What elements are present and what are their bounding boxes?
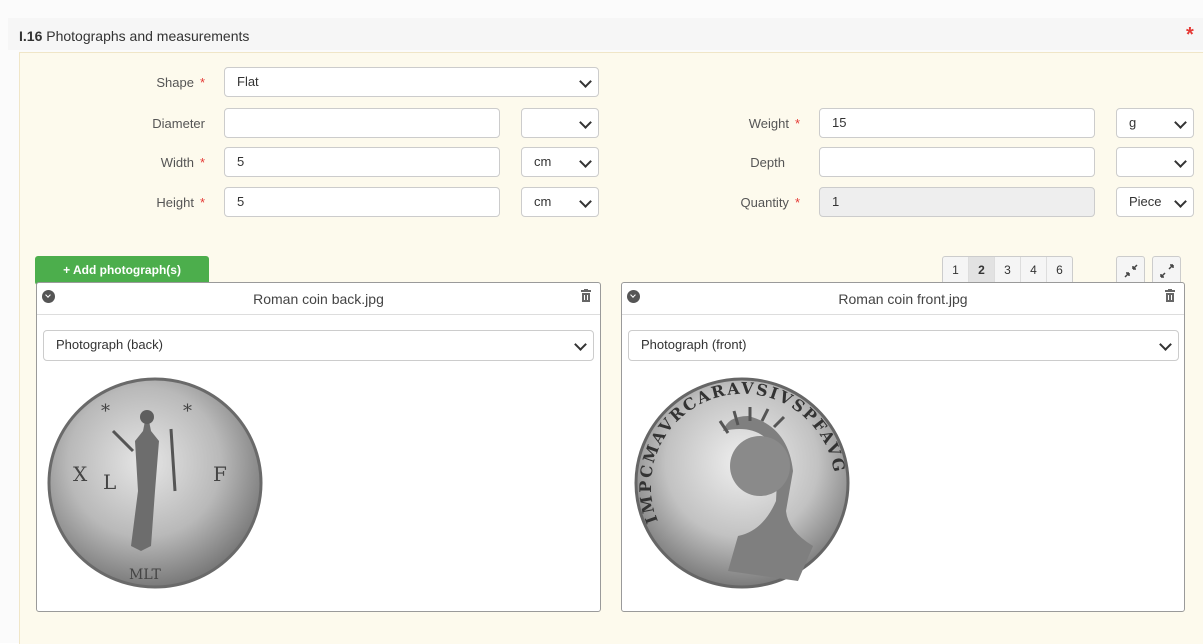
chevron-down-icon (1174, 155, 1187, 168)
add-photograph-button[interactable]: + Add photograph(s) (35, 256, 209, 285)
diameter-input[interactable] (224, 108, 500, 138)
diameter-label: Diameter (152, 116, 205, 131)
quantity-input: 1 (819, 187, 1095, 217)
chevron-down-icon (1174, 195, 1187, 208)
quantity-unit-select[interactable]: Piece (1116, 187, 1194, 217)
section-title: I.16 Photographs and measurements (19, 28, 249, 44)
photo-card-back: Roman coin back.jpg Photograph (back) * … (36, 282, 601, 612)
section-number: I.16 (19, 28, 43, 44)
depth-input[interactable] (819, 147, 1095, 177)
expand-icon (1160, 264, 1174, 278)
chevron-down-icon (1174, 116, 1187, 129)
section-required-mark: * (1186, 24, 1194, 46)
photo-filename: Roman coin back.jpg (253, 291, 384, 307)
chevron-down-icon (579, 155, 592, 168)
trash-icon[interactable] (580, 289, 592, 303)
chevron-down-icon (579, 116, 592, 129)
page-button[interactable]: 3 (995, 257, 1021, 284)
chevron-down-icon (579, 195, 592, 208)
coin-back-star: * (101, 401, 110, 422)
coin-back-star: * (183, 401, 192, 422)
height-unit-select[interactable]: cm (521, 187, 599, 217)
diameter-unit-select[interactable] (521, 108, 599, 138)
photo-filename: Roman coin front.jpg (838, 291, 968, 307)
coin-back-letter: F (213, 462, 227, 486)
coin-front-image: IMPCMAVRCARAVSIVSPFAVG (628, 371, 856, 589)
chevron-down-icon (574, 338, 587, 351)
depth-unit-select[interactable] (1116, 147, 1194, 177)
coin-back-letter: L (103, 470, 116, 494)
trash-icon[interactable] (1164, 289, 1176, 303)
page-button[interactable]: 1 (943, 257, 969, 284)
coin-back-letter: X (73, 462, 88, 486)
weight-label: Weight * (748, 116, 800, 131)
photo-type-select[interactable]: Photograph (back) (43, 330, 594, 361)
coin-back-image: * * X L F MLT (43, 371, 271, 589)
photo-card-front: Roman coin front.jpg Photograph (front) (621, 282, 1185, 612)
quantity-label: Quantity * (740, 195, 800, 210)
expand-all-button[interactable] (1152, 256, 1181, 285)
weight-input[interactable]: 15 (819, 108, 1095, 138)
coin-back-mintmark: MLT (129, 567, 161, 583)
height-label: Height * (156, 195, 205, 210)
width-unit-select[interactable]: cm (521, 147, 599, 177)
compress-icon (1124, 264, 1138, 278)
page-button[interactable]: 6 (1047, 257, 1072, 284)
depth-label: Depth (750, 155, 785, 170)
section-title-text: Photographs and measurements (46, 28, 250, 44)
chevron-down-icon (579, 75, 592, 88)
photo-card-header: Roman coin back.jpg (37, 283, 600, 315)
collapse-all-button[interactable] (1116, 256, 1145, 285)
page-button[interactable]: 4 (1021, 257, 1047, 284)
weight-unit-select[interactable]: g (1116, 108, 1194, 138)
shape-label: Shape * (156, 75, 205, 90)
page-button-active[interactable]: 2 (969, 257, 995, 284)
photo-type-select[interactable]: Photograph (front) (628, 330, 1179, 361)
photo-card-header: Roman coin front.jpg (622, 283, 1184, 315)
width-input[interactable]: 5 (224, 147, 500, 177)
shape-select[interactable]: Flat (224, 67, 599, 97)
width-label: Width * (160, 155, 205, 170)
height-input[interactable]: 5 (224, 187, 500, 217)
chevron-down-icon (1159, 338, 1172, 351)
